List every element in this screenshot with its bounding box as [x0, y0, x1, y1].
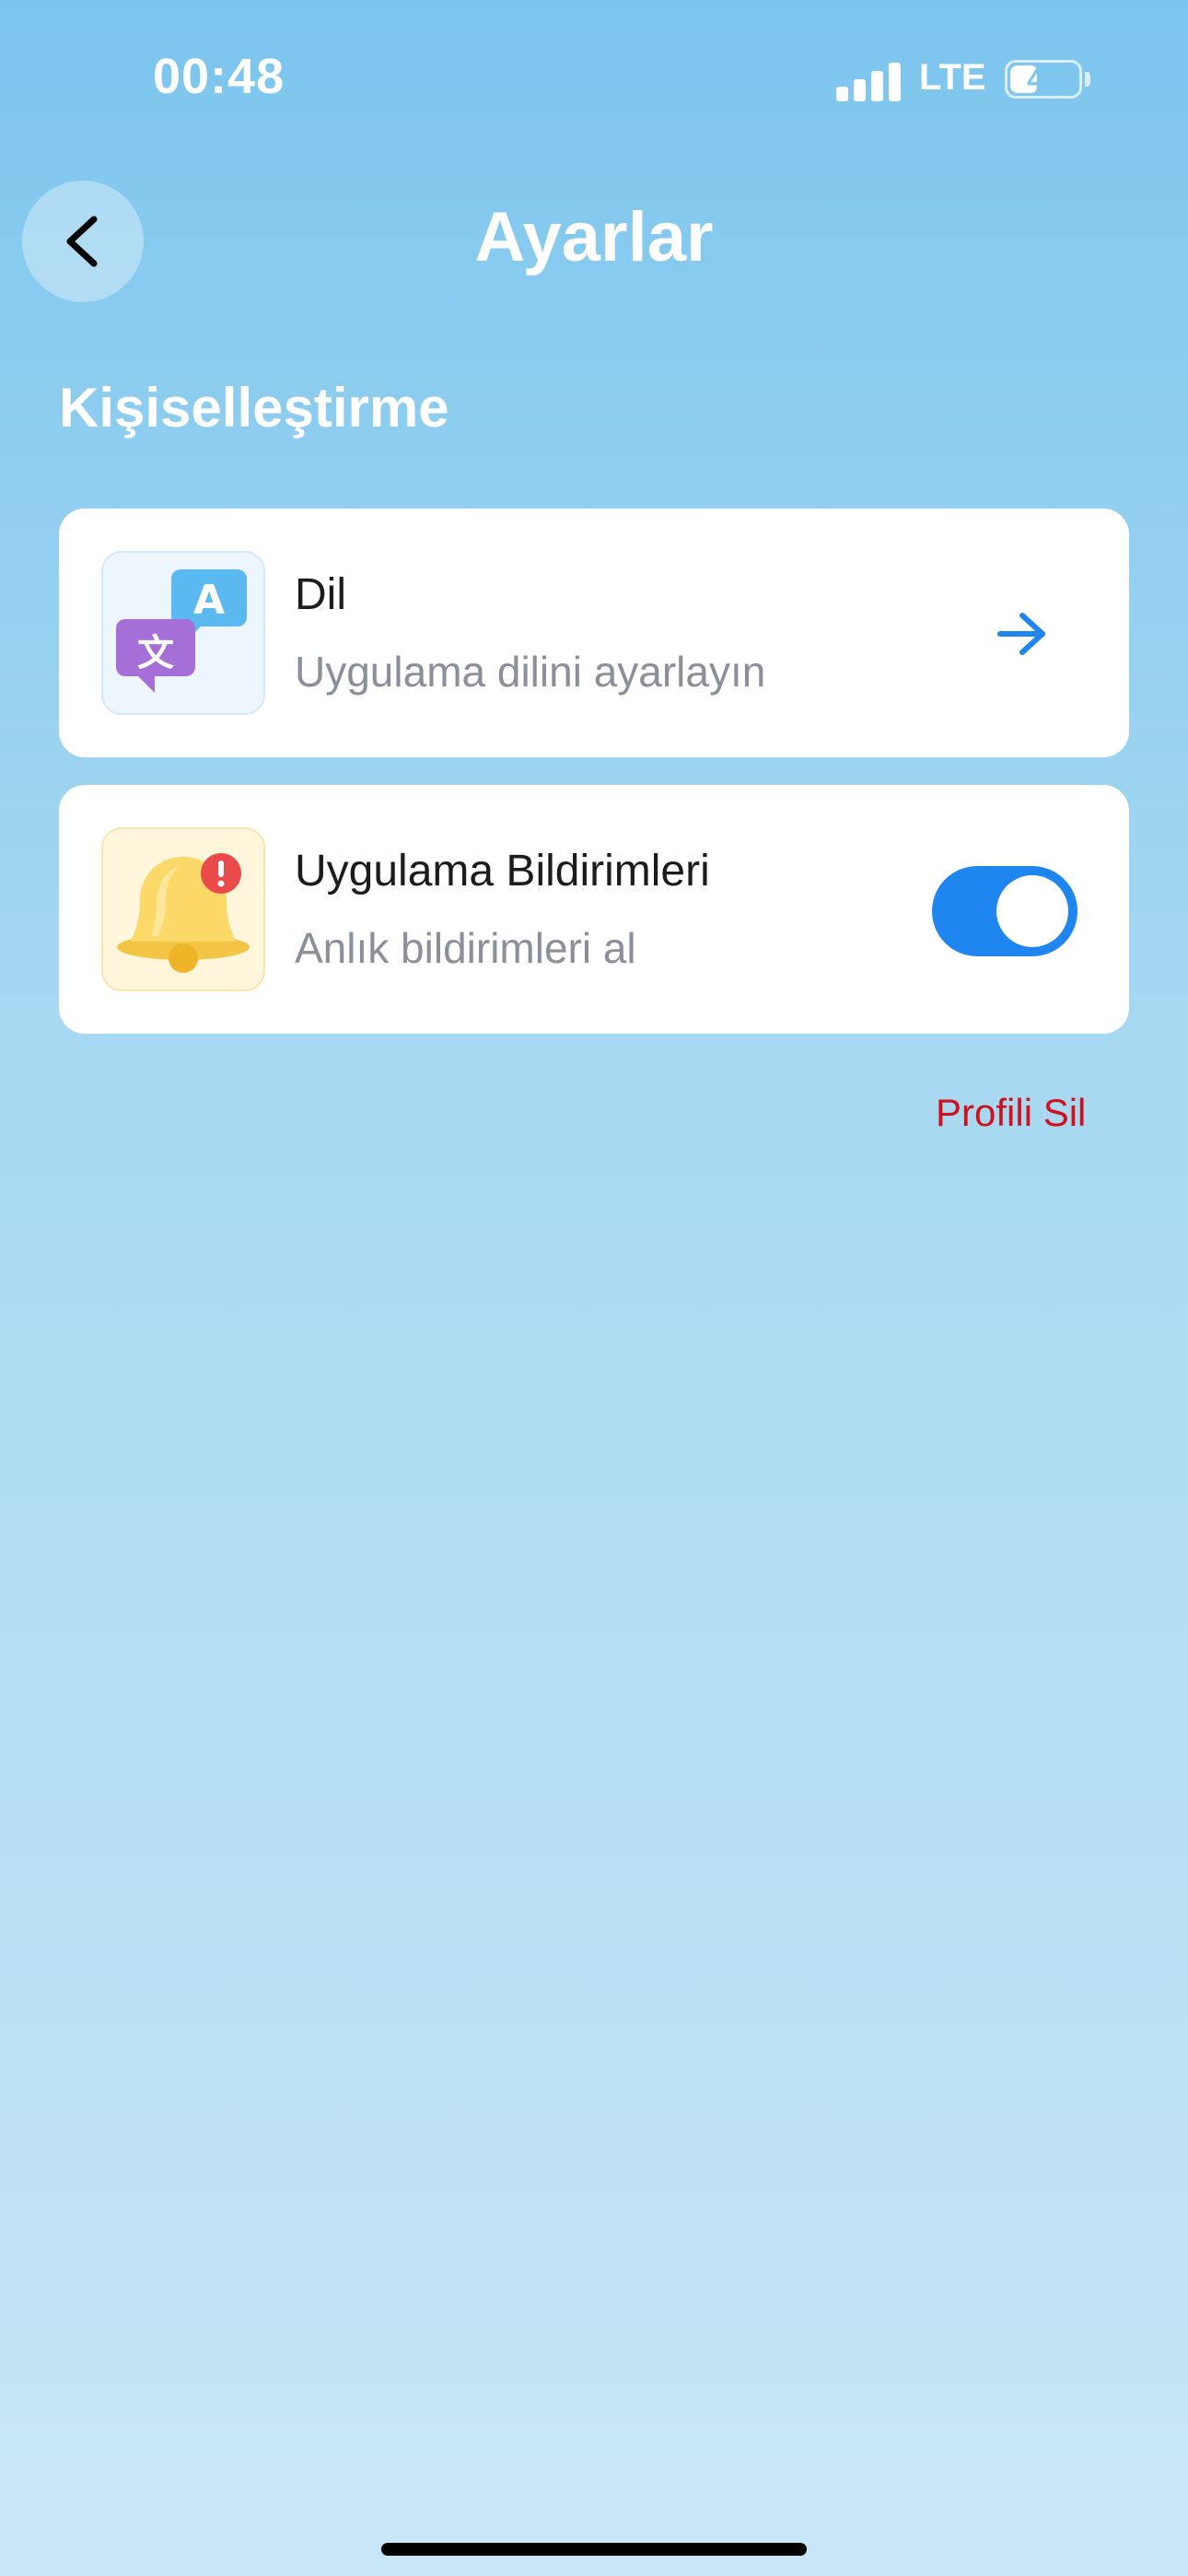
svg-text:A: A: [193, 577, 225, 624]
svg-text:文: 文: [137, 632, 174, 674]
cellular-signal-icon: [836, 61, 901, 101]
bell-alert-icon: [101, 827, 265, 991]
battery-level: 40: [1027, 63, 1060, 96]
notifications-setting-subtitle: Anlık bildirimleri al: [295, 924, 636, 972]
notifications-setting-card: Uygulama Bildirimleri Anlık bildirimleri…: [59, 785, 1129, 1034]
arrow-right-icon[interactable]: [996, 610, 1048, 658]
notifications-toggle[interactable]: [932, 866, 1077, 956]
battery-icon: 40: [1005, 60, 1082, 99]
language-setting-subtitle: Uygulama dilini ayarlayın: [295, 648, 766, 696]
section-title: Kişiselleştirme: [59, 377, 449, 439]
battery-nub: [1085, 72, 1090, 87]
status-time: 00:48: [153, 49, 285, 104]
language-translate-icon: A 文: [101, 551, 265, 715]
language-setting-card[interactable]: A 文 Dil Uygulama dilini ayarlayın: [59, 509, 1129, 757]
toggle-knob: [996, 875, 1068, 947]
page-title: Ayarlar: [474, 198, 714, 276]
status-bar: 00:48 LTE 40: [0, 0, 1188, 147]
language-setting-title: Dil: [295, 570, 346, 619]
delete-profile-link[interactable]: Profili Sil: [936, 1091, 1086, 1135]
notifications-setting-title: Uygulama Bildirimleri: [295, 847, 710, 896]
network-type: LTE: [919, 57, 986, 98]
home-indicator: [381, 2543, 807, 2556]
